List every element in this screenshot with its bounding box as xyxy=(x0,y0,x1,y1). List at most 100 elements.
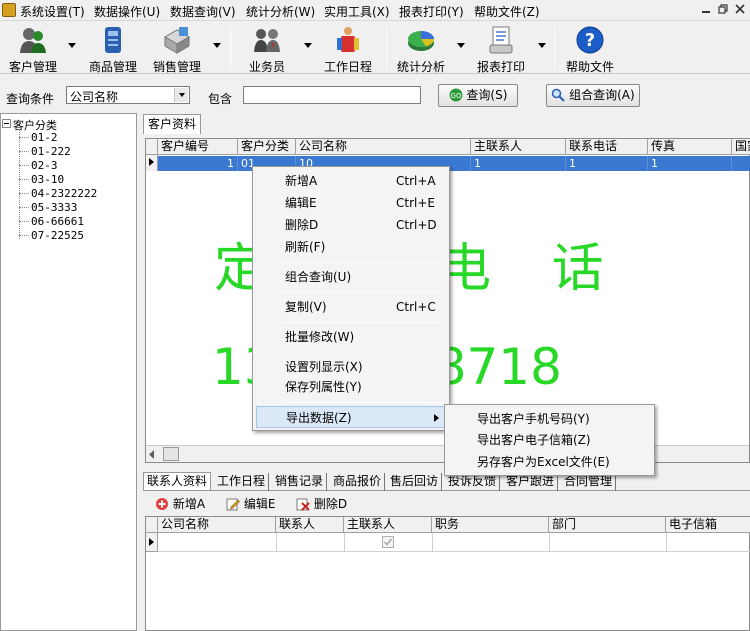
edit-contact-button[interactable]: 编辑E xyxy=(226,495,275,515)
tab-sales-records[interactable]: 销售记录 xyxy=(272,473,328,491)
product-management-button[interactable]: 商品管理 xyxy=(84,23,142,74)
column-header[interactable]: 职务 xyxy=(432,517,549,533)
cell-id[interactable]: 1 xyxy=(158,156,238,171)
column-header[interactable]: 公司名称 xyxy=(158,517,276,533)
cell-contact[interactable]: 1 xyxy=(471,156,566,171)
sales-management-button[interactable]: 销售管理 xyxy=(148,23,206,74)
column-header[interactable]: 主联系人 xyxy=(471,139,566,155)
tree-node[interactable]: 01-2 xyxy=(31,131,58,144)
row-indicator[interactable] xyxy=(146,533,158,552)
contact-grid: 公司名称 联系人 主联系人 职务 部门 电子信箱 xyxy=(145,516,750,631)
tab-customer-info[interactable]: 客户资料 xyxy=(143,114,201,134)
column-header[interactable]: 传真 xyxy=(648,139,732,155)
menu-help[interactable]: 帮助文件(Z) xyxy=(474,3,540,20)
column-header[interactable]: 联系人 xyxy=(276,517,344,533)
cell-fax[interactable]: 1 xyxy=(648,156,732,171)
chevron-down-icon[interactable] xyxy=(174,88,188,102)
tree-node[interactable]: 07-22525 xyxy=(31,229,84,242)
chevron-down-icon[interactable] xyxy=(538,43,546,49)
delete-contact-button[interactable]: 删除D xyxy=(296,495,347,515)
submenu-save-excel[interactable]: 另存客户为Excel文件(E) xyxy=(448,451,651,473)
add-icon xyxy=(156,498,168,510)
menu-item-refresh[interactable]: 刷新(F) xyxy=(256,236,446,258)
contains-input[interactable] xyxy=(243,86,421,104)
query-button[interactable]: GO 查询(S) xyxy=(438,84,518,107)
menu-item-column-display[interactable]: 设置列显示(X) xyxy=(256,356,446,378)
help-button[interactable]: ? 帮助文件 xyxy=(560,23,620,74)
tree-connector xyxy=(19,235,29,236)
tree-connector xyxy=(19,151,29,152)
contains-label: 包含 xyxy=(208,92,233,106)
row-indicator[interactable] xyxy=(146,155,158,171)
menu-statistics[interactable]: 统计分析(W) xyxy=(246,3,315,20)
menu-item-save-columns[interactable]: 保存列属性(Y) xyxy=(256,376,446,398)
salesperson-button[interactable]: 业务员 xyxy=(238,23,296,74)
combined-query-button-label: 组合查询(A) xyxy=(569,88,635,102)
menu-item-batch-edit[interactable]: 批量修改(W) xyxy=(256,326,446,348)
tab-contacts[interactable]: 联系人资料 xyxy=(143,472,212,490)
menu-item-add[interactable]: 新增A Ctrl+A xyxy=(256,170,446,192)
menu-system-settings[interactable]: 系统设置(T) xyxy=(20,3,85,20)
edit-icon xyxy=(226,498,240,511)
menu-item-edit[interactable]: 编辑E Ctrl+E xyxy=(256,192,446,214)
tree-node[interactable]: 04-2322222 xyxy=(31,187,97,200)
edit-label: 编辑E xyxy=(243,497,276,511)
column-header[interactable]: 客户分类 xyxy=(238,139,296,155)
menu-data-operations[interactable]: 数据操作(U) xyxy=(94,3,160,20)
tree-node[interactable]: 06-66661 xyxy=(31,215,84,228)
column-header[interactable]: 客户编号 xyxy=(158,139,238,155)
menu-item-copy[interactable]: 复制(V) Ctrl+C xyxy=(256,296,446,318)
menu-data-query[interactable]: 数据查询(V) xyxy=(170,3,236,20)
menu-item-export[interactable]: 导出数据(Z) xyxy=(256,406,446,428)
statistics-button[interactable]: 统计分析 xyxy=(392,23,450,74)
close-icon[interactable] xyxy=(734,3,746,15)
minimize-icon[interactable] xyxy=(700,3,712,15)
tab-quotes[interactable]: 商品报价 xyxy=(330,473,386,491)
scrollbar-thumb[interactable] xyxy=(163,447,179,461)
primary-contact-checkbox[interactable] xyxy=(382,536,394,548)
menu-utilities[interactable]: 实用工具(X) xyxy=(324,3,390,20)
submenu-export-phone[interactable]: 导出客户手机号码(Y) xyxy=(448,408,651,430)
table-row[interactable]: 1 01 10 1 1 1 xyxy=(158,156,750,171)
combined-query-button[interactable]: 组合查询(A) xyxy=(546,84,640,107)
tree-node[interactable]: 01-222 xyxy=(31,145,71,158)
tab-work-schedule[interactable]: 工作日程 xyxy=(214,473,270,491)
add-contact-button[interactable]: 新增A xyxy=(155,495,205,515)
menu-item-shortcut: Ctrl+E xyxy=(396,196,435,210)
customer-management-button[interactable]: 客户管理 xyxy=(4,23,62,74)
cell-divider xyxy=(344,533,345,552)
tree-connector xyxy=(19,221,29,222)
column-header[interactable]: 国家 xyxy=(732,139,750,155)
tree-node[interactable]: 03-10 xyxy=(31,173,64,186)
chevron-down-icon[interactable] xyxy=(457,43,465,49)
query-bar: 查询条件 公司名称 包含 GO 查询(S) 组合查询(A) xyxy=(0,75,750,113)
scroll-left-icon[interactable] xyxy=(148,450,156,459)
cell-phone[interactable]: 1 xyxy=(566,156,648,171)
work-schedule-icon xyxy=(337,27,359,52)
table-row[interactable] xyxy=(158,533,750,552)
tree-node[interactable]: 02-3 xyxy=(31,159,58,172)
customer-management-icon xyxy=(20,28,46,53)
menu-item-combined-query[interactable]: 组合查询(U) xyxy=(256,266,446,288)
report-print-button[interactable]: 报表打印 xyxy=(472,23,530,74)
column-header[interactable]: 联系电话 xyxy=(566,139,648,155)
chevron-down-icon[interactable] xyxy=(213,43,221,49)
submenu-export-email[interactable]: 导出客户电子信箱(Z) xyxy=(448,429,651,451)
main-toolbar: 客户管理 商品管理 销售管理 业务员 工作日程 统计分析 报表打印 ? 帮助文件 xyxy=(0,21,750,74)
restore-icon[interactable] xyxy=(717,3,729,15)
tree-node[interactable]: 05-3333 xyxy=(31,201,77,214)
menu-report-print[interactable]: 报表打印(Y) xyxy=(399,3,464,20)
menu-item-delete[interactable]: 删除D Ctrl+D xyxy=(256,214,446,236)
column-header[interactable]: 部门 xyxy=(549,517,666,533)
work-schedule-button[interactable]: 工作日程 xyxy=(318,23,378,74)
add-label: 新增A xyxy=(172,497,206,511)
column-header[interactable]: 电子信箱 xyxy=(666,517,750,533)
chevron-down-icon[interactable] xyxy=(304,43,312,49)
tab-after-sales[interactable]: 售后回访 xyxy=(387,473,443,491)
collapse-icon[interactable] xyxy=(2,119,11,128)
chevron-down-icon[interactable] xyxy=(68,43,76,49)
menu-item-shortcut: Ctrl+C xyxy=(396,300,436,314)
query-condition-select[interactable]: 公司名称 xyxy=(66,86,190,104)
column-header[interactable]: 主联系人 xyxy=(344,517,432,533)
column-header[interactable]: 公司名称 xyxy=(296,139,471,155)
